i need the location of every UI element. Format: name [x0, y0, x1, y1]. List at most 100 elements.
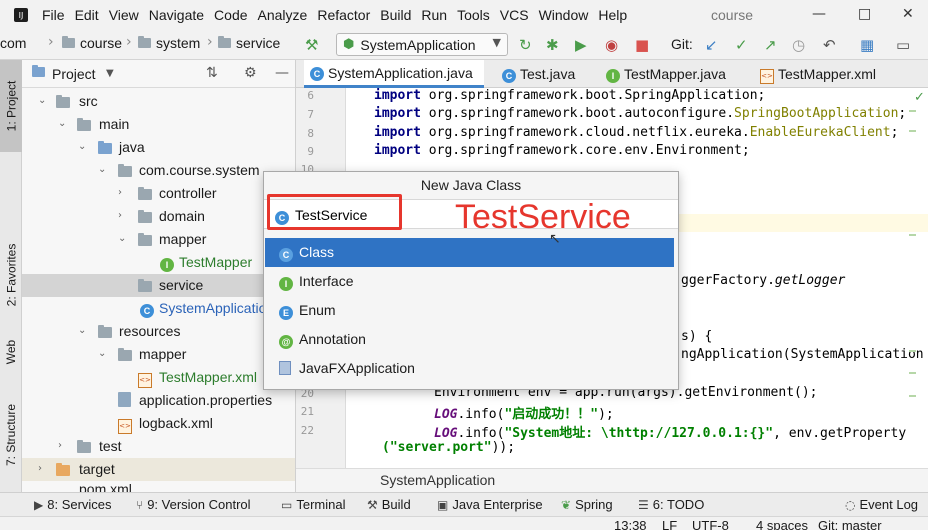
tree-item-com-course-system[interactable]: ⌄ com.course.system [22, 159, 295, 182]
tree-item-mapper[interactable]: ⌄ mapper [22, 228, 295, 251]
tree-item-testmapper[interactable]: I TestMapper [22, 251, 295, 274]
breadcrumb-course[interactable]: course [62, 35, 122, 51]
chevron-down-icon[interactable]: ⌄ [38, 95, 46, 106]
kind-option-annotation[interactable]: @ Annotation [265, 325, 674, 354]
run-configuration-select[interactable]: ⬢ SystemApplication ▼ [336, 33, 508, 56]
menu-navigate[interactable]: Navigate [149, 7, 204, 23]
chevron-down-icon[interactable]: ⌄ [78, 325, 86, 336]
chevron-down-icon[interactable]: ⌄ [98, 348, 106, 359]
tab-systemapplication-java[interactable]: C SystemApplication.java [304, 60, 484, 88]
tool-tab-structure[interactable]: 7: Structure [0, 390, 22, 480]
tool-button-todo[interactable]: ☰ 6: TODO [638, 497, 704, 512]
caret-position[interactable]: 13:38 [614, 518, 647, 530]
file-encoding[interactable]: UTF-8 [692, 518, 729, 530]
tool-button-version-control[interactable]: ⑂ 9: Version Control [136, 497, 251, 512]
tree-item-test[interactable]: › test [22, 435, 295, 458]
error-stripe-mark[interactable] [909, 110, 916, 112]
tree-item-resources-mapper[interactable]: ⌄ mapper [22, 343, 295, 366]
tool-tab-favorites[interactable]: 2: Favorites [0, 220, 22, 330]
tool-button-terminal[interactable]: ▭ Terminal [281, 497, 345, 512]
menu-vcs[interactable]: VCS [500, 7, 529, 23]
chevron-right-icon[interactable]: › [38, 463, 42, 474]
breadcrumb-com[interactable]: com [0, 35, 26, 51]
menu-build[interactable]: Build [380, 7, 411, 23]
chevron-down-icon[interactable]: ▼ [106, 68, 114, 79]
chevron-down-icon[interactable]: ⌄ [58, 118, 66, 129]
coverage-icon[interactable]: ▶ [575, 36, 587, 54]
inspection-ok-icon[interactable]: ✓ [914, 90, 925, 105]
git-commit-icon[interactable]: ✓ [735, 36, 748, 54]
tool-button-build[interactable]: ⚒ Build [367, 497, 411, 512]
git-branch[interactable]: Git: master [818, 518, 882, 530]
error-stripe-mark[interactable] [909, 130, 916, 132]
close-window-button[interactable]: ✕ [902, 6, 914, 22]
error-stripe-mark[interactable] [909, 350, 916, 352]
maximize-button[interactable]: □ [858, 6, 871, 22]
rollback-icon[interactable]: ↶ [823, 36, 836, 54]
tab-test-java[interactable]: C Test.java [502, 60, 575, 88]
chevron-down-icon[interactable]: ⌄ [78, 141, 86, 152]
kind-option-enum[interactable]: E Enum [265, 296, 674, 325]
tool-button-event-log[interactable]: ◌ Event Log [845, 497, 918, 512]
chevron-right-icon[interactable]: › [118, 187, 122, 198]
kind-option-javafx[interactable]: JavaFXApplication [265, 354, 674, 383]
tool-button-services[interactable]: ▶ 8: Services [34, 497, 112, 512]
profile-icon[interactable]: ◉ [605, 36, 618, 54]
tool-tab-web[interactable]: Web [0, 332, 22, 372]
minimize-button[interactable]: — [812, 6, 826, 22]
indent-setting[interactable]: 4 spaces [756, 518, 808, 530]
tree-item-systemapplication[interactable]: C SystemApplication [22, 297, 295, 320]
tool-tab-project[interactable]: 1: Project [0, 60, 22, 152]
tab-testmapper-xml[interactable]: <> TestMapper.xml [760, 60, 876, 88]
tree-item-resources[interactable]: ⌄ resources [22, 320, 295, 343]
tree-item-logback-xml[interactable]: <> logback.xml [22, 412, 295, 435]
gear-icon[interactable]: ⚙ [244, 65, 257, 81]
error-stripe-mark[interactable] [909, 372, 916, 374]
tree-item-controller[interactable]: › controller [22, 182, 295, 205]
tree-item-target[interactable]: › target [22, 458, 295, 481]
menu-window[interactable]: Window [539, 7, 589, 23]
collapse-all-icon[interactable]: ⇅ [206, 65, 218, 81]
git-push-icon[interactable]: ↗ [764, 36, 777, 54]
project-structure-icon[interactable]: ▦ [860, 36, 874, 54]
kind-option-interface[interactable]: I Interface [265, 267, 674, 296]
line-separator[interactable]: LF [662, 518, 677, 530]
menu-tools[interactable]: Tools [457, 7, 490, 23]
tab-testmapper-java[interactable]: I TestMapper.java [606, 60, 726, 88]
breadcrumb-service[interactable]: service [218, 35, 280, 51]
kind-option-class[interactable]: C Class [265, 238, 674, 267]
tree-item-src[interactable]: ⌄ src [22, 90, 295, 113]
git-update-icon[interactable]: ↙ [705, 36, 718, 54]
menu-run[interactable]: Run [421, 7, 447, 23]
breadcrumb-system[interactable]: system [138, 35, 200, 51]
menu-refactor[interactable]: Refactor [317, 7, 370, 23]
hide-panel-icon[interactable]: — [275, 65, 289, 81]
hammer-build-icon[interactable]: ⚒ [305, 36, 318, 54]
menu-view[interactable]: View [109, 7, 139, 23]
chevron-down-icon[interactable]: ⌄ [98, 164, 106, 175]
terminal-toggle-icon[interactable]: ▭ [896, 36, 910, 54]
tree-item-java[interactable]: ⌄ java [22, 136, 295, 159]
tree-item-service[interactable]: service [22, 274, 295, 297]
tree-item-pom-xml[interactable]: pom.xml [22, 481, 295, 492]
tree-item-domain[interactable]: › domain [22, 205, 295, 228]
tree-item-application-properties[interactable]: application.properties [22, 389, 295, 412]
menu-analyze[interactable]: Analyze [258, 7, 308, 23]
error-stripe-mark[interactable] [909, 234, 916, 236]
menu-help[interactable]: Help [598, 7, 627, 23]
rerun-icon[interactable]: ↻ [519, 36, 532, 54]
menu-file[interactable]: File [42, 7, 65, 23]
editor-breadcrumb-label[interactable]: SystemApplication [380, 472, 495, 488]
menu-code[interactable]: Code [214, 7, 247, 23]
menu-edit[interactable]: Edit [75, 7, 99, 23]
stop-icon[interactable]: ■ [635, 36, 649, 54]
chevron-right-icon[interactable]: › [58, 440, 62, 451]
project-view-select[interactable]: Project [52, 66, 96, 82]
error-stripe-mark[interactable] [909, 395, 916, 397]
history-icon[interactable]: ◷ [792, 36, 805, 54]
chevron-down-icon[interactable]: ⌄ [118, 233, 126, 244]
tool-button-java-enterprise[interactable]: ▣ Java Enterprise [437, 497, 543, 512]
tree-item-testmapper-xml[interactable]: <> TestMapper.xml [22, 366, 295, 389]
chevron-right-icon[interactable]: › [118, 210, 122, 221]
tree-item-main[interactable]: ⌄ main [22, 113, 295, 136]
